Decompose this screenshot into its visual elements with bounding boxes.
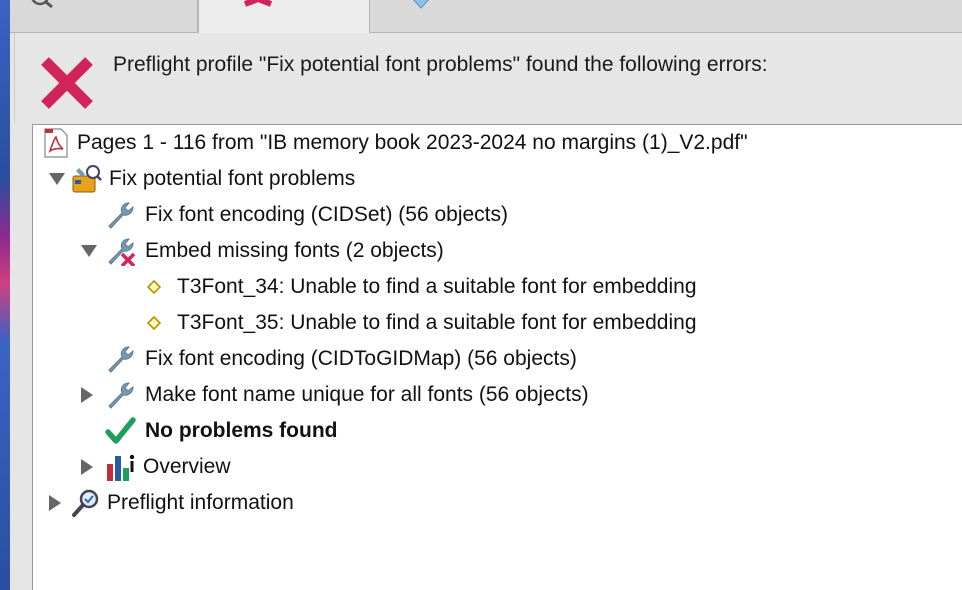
error-detail-label: T3Font_35: Unable to find a suitable fon… [177, 311, 697, 334]
fixup-label: Fix font encoding (CIDToGIDMap) (56 obje… [145, 347, 577, 370]
success-label: No problems found [145, 419, 338, 442]
tab-standards[interactable] [370, 0, 520, 32]
tree-row-preflight-info[interactable]: Preflight information [49, 485, 294, 521]
overview-label: Overview [143, 455, 231, 478]
tab-profiles[interactable] [10, 0, 198, 32]
bar-chart-info-icon [107, 454, 135, 481]
tree-row-error-detail[interactable]: T3Font_34: Unable to find a suitable fon… [147, 269, 697, 305]
magnifier-icon [31, 0, 53, 9]
tree-row-fixup[interactable]: Fix font encoding (CIDSet) (56 objects) [105, 197, 508, 233]
tree-row-profile[interactable]: Fix potential font problems [49, 161, 355, 197]
tree-row-fixup[interactable]: Fix font encoding (CIDToGIDMap) (56 obje… [105, 341, 577, 377]
diamond-tab-icon [412, 0, 430, 9]
wrench-icon [108, 346, 134, 373]
result-header: Preflight profile "Fix potential font pr… [14, 33, 962, 123]
magnifier-icon [72, 489, 99, 517]
wrench-error-icon [108, 238, 136, 266]
file-name: Pages 1 - 116 from "IB memory book 2023-… [77, 131, 748, 154]
fixup-label: Fix font encoding (CIDSet) (56 objects) [145, 203, 508, 226]
disclosure-expanded-icon[interactable] [49, 173, 65, 185]
result-message: Preflight profile "Fix potential font pr… [113, 53, 768, 76]
tree-row-file[interactable]: Pages 1 - 116 from "IB memory book 2023-… [43, 125, 748, 161]
tree-row-error-detail[interactable]: T3Font_35: Unable to find a suitable fon… [147, 305, 697, 341]
disclosure-collapsed-icon[interactable] [81, 387, 93, 403]
disclosure-expanded-icon[interactable] [81, 245, 97, 257]
diamond-icon [147, 316, 161, 330]
checkmark-icon [105, 417, 136, 444]
disclosure-collapsed-icon[interactable] [81, 459, 93, 475]
tree-row-overview[interactable]: Overview [81, 449, 231, 485]
preflight-info-label: Preflight information [107, 491, 294, 514]
error-x-icon [41, 57, 93, 109]
diamond-icon [147, 280, 161, 294]
error-x-icon [243, 0, 273, 7]
wrench-icon [108, 202, 134, 229]
error-detail-label: T3Font_34: Unable to find a suitable fon… [177, 275, 697, 298]
pdf-file-icon [44, 128, 68, 158]
profile-name: Fix potential font problems [109, 167, 356, 190]
tab-results[interactable] [198, 0, 370, 33]
tree-row-fixup[interactable]: Make font name unique for all fonts (56 … [81, 377, 589, 413]
tree-row-success[interactable]: No problems found [105, 413, 338, 449]
fixup-label: Embed missing fonts (2 objects) [145, 239, 444, 262]
tab-strip [10, 0, 962, 33]
wrench-icon [108, 382, 134, 409]
results-tree[interactable]: Pages 1 - 116 from "IB memory book 2023-… [32, 124, 962, 590]
fixup-profile-icon [72, 165, 102, 193]
tree-row-fixup-error[interactable]: Embed missing fonts (2 objects) [81, 233, 444, 269]
fixup-label: Make font name unique for all fonts (56 … [145, 383, 589, 406]
disclosure-collapsed-icon[interactable] [49, 495, 61, 511]
preflight-window: Preflight profile "Fix potential font pr… [10, 0, 962, 590]
